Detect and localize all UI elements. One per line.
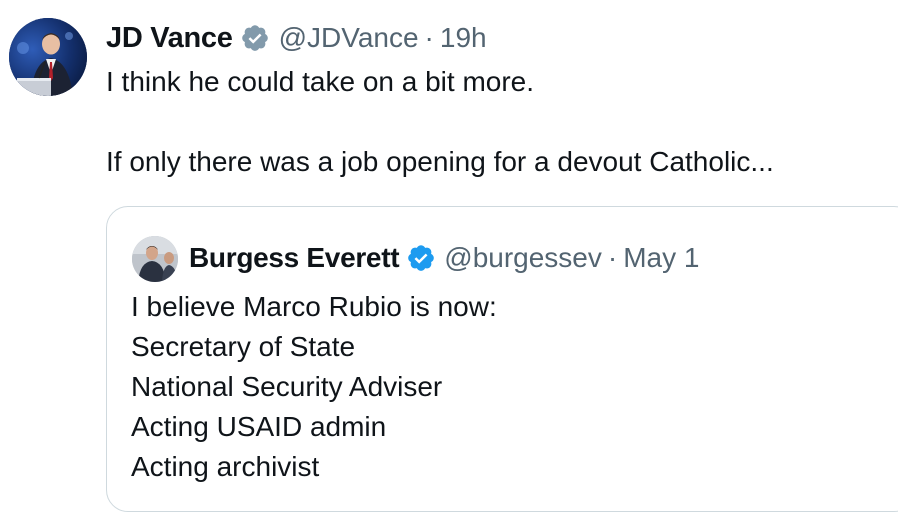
tweet-timestamp[interactable]: 19h [440, 22, 487, 54]
quoted-tweet[interactable]: Burgess Everett @burgessev · May 1 I bel… [106, 206, 898, 512]
tweet-text-line: I think he could take on a bit more. [106, 66, 535, 97]
tweet-text-line: If only there was a job opening for a de… [106, 146, 774, 177]
quoted-text-line: Secretary of State [131, 331, 356, 362]
quoted-tweet-timestamp[interactable]: May 1 [623, 242, 699, 274]
author-avatar[interactable] [9, 18, 87, 96]
tweet-text: I think he could take on a bit more. If … [106, 62, 774, 182]
tweet: JD Vance @JDVance · 19h I think he could… [0, 0, 898, 520]
quoted-tweet-header: Burgess Everett @burgessev · May 1 [189, 238, 699, 278]
verified-badge-icon[interactable] [240, 23, 270, 53]
quoted-author-handle[interactable]: @burgessev [444, 242, 602, 274]
quoted-author-name[interactable]: Burgess Everett [189, 242, 400, 274]
tweet-text-line-break [106, 102, 774, 142]
header-separator: · [424, 22, 434, 53]
verified-badge-icon[interactable] [406, 243, 436, 273]
quoted-tweet-text: I believe Marco Rubio is now: Secretary … [131, 287, 497, 487]
quoted-text-line: Acting USAID admin [131, 411, 387, 442]
quoted-text-line: Acting archivist [131, 451, 320, 482]
quoted-text-line: I believe Marco Rubio is now: [131, 291, 497, 322]
person-speaking-avatar-icon [9, 18, 87, 96]
tweet-header: JD Vance @JDVance · 19h [106, 16, 487, 60]
author-handle[interactable]: @JDVance [279, 22, 419, 54]
quoted-author-avatar[interactable] [132, 236, 178, 282]
author-name[interactable]: JD Vance [106, 22, 233, 55]
quoted-text-line: National Security Adviser [131, 371, 443, 402]
person-avatar-icon [132, 236, 178, 282]
quoted-header-separator: · [607, 242, 618, 273]
